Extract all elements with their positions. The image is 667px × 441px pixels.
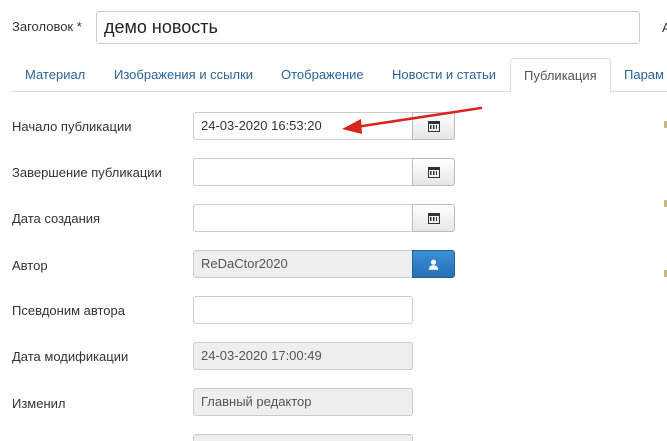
annotation-arrow [342, 106, 483, 134]
